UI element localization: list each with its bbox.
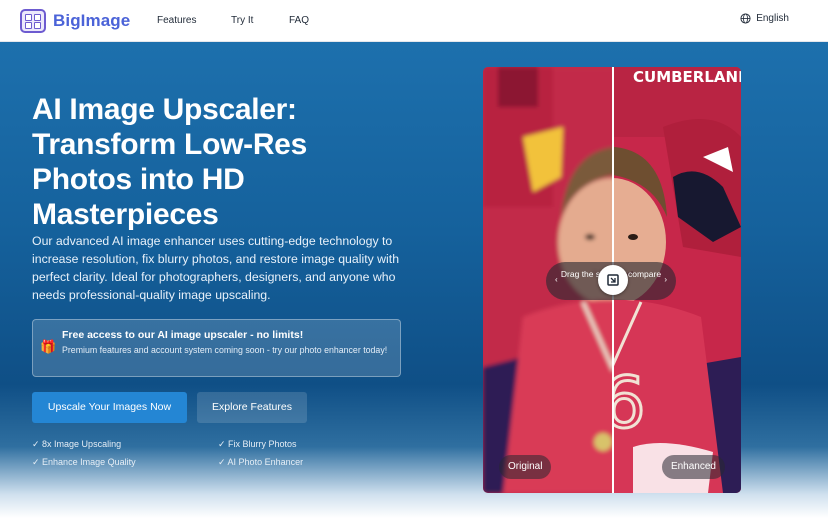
language-selector[interactable]: English (740, 13, 789, 24)
drag-arrows-icon (607, 274, 619, 286)
hero-title: AI Image Upscaler: Transform Low-Res Pho… (32, 93, 307, 231)
explore-features-button[interactable]: Explore Features (197, 392, 307, 423)
logo-text: BigImage (53, 11, 131, 30)
label-enhanced: Enhanced (661, 455, 725, 479)
label-original: Original (499, 455, 552, 479)
feature-item-enhance-quality: ✓ Enhance Image Quality (32, 457, 136, 467)
arrow-right-icon: › (664, 275, 667, 284)
upscale-images-button[interactable]: Upscale Your Images Now (32, 392, 187, 423)
hero-section: AI Image Upscaler: Transform Low-Res Pho… (0, 42, 828, 518)
feature-item-fix-blurry: ✓ Fix Blurry Photos (218, 439, 297, 449)
hero-description: Our advanced AI image enhancer uses cutt… (32, 234, 400, 302)
free-access-notice: 🎁 Free access to our AI image upscaler -… (32, 319, 401, 377)
jersey-text-top: CUMBERLAND (633, 68, 741, 86)
logo-icon (20, 9, 46, 33)
feature-item-upscaling: ✓ 8x Image Upscaling (32, 439, 122, 449)
before-after-comparison[interactable]: CUMBERLAND 6 ‹ Drag the slider to compar… (483, 67, 741, 493)
top-navbar: BigImage Features Try It FAQ English (0, 0, 828, 42)
nav-link-faq[interactable]: FAQ (289, 15, 309, 26)
slider-handle[interactable] (598, 265, 628, 295)
notice-subtitle: Premium features and account system comi… (62, 345, 388, 355)
logo[interactable]: BigImage (20, 9, 130, 33)
gift-icon: 🎁 (40, 339, 57, 354)
language-label: English (756, 13, 789, 24)
nav-link-try-it[interactable]: Try It (231, 15, 253, 26)
globe-icon (740, 13, 751, 24)
feature-item-ai-enhancer: ✓ AI Photo Enhancer (218, 457, 304, 467)
notice-title: Free access to our AI image upscaler - n… (62, 329, 304, 341)
nav-link-features[interactable]: Features (157, 15, 196, 26)
